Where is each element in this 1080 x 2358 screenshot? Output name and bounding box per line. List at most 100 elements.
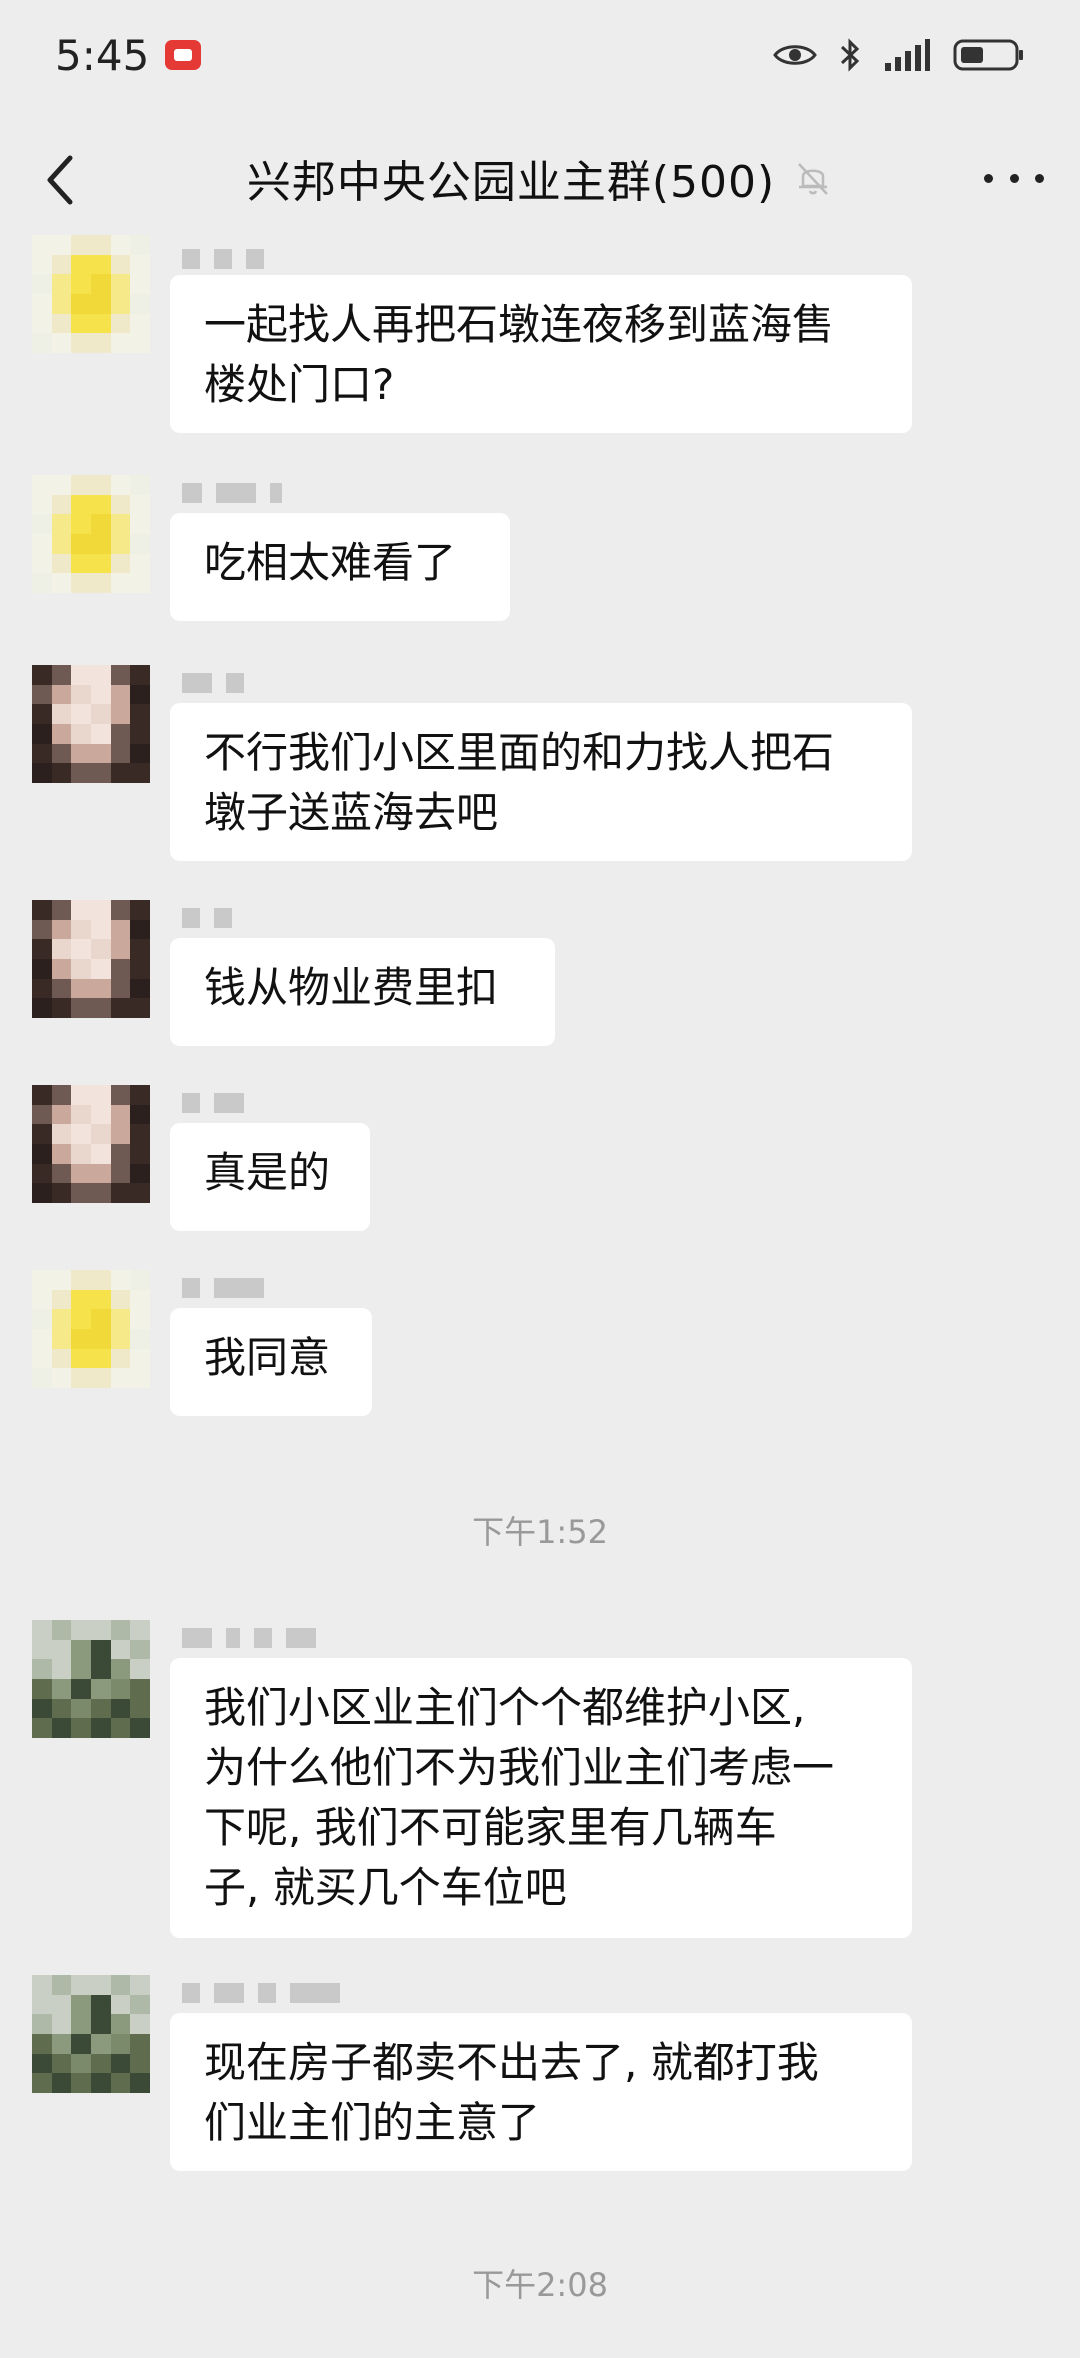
- avatar-pixel: [110, 1270, 131, 1290]
- avatar-pixel: [110, 1328, 131, 1349]
- avatar-pixel: [71, 1620, 91, 1640]
- avatar-pixel: [90, 919, 111, 940]
- avatar-pixel: [32, 1348, 52, 1369]
- avatar-pixel: [90, 1659, 111, 1679]
- avatar-pixel: [110, 665, 131, 685]
- avatar-pixel: [110, 293, 131, 314]
- back-arrow-icon[interactable]: [38, 150, 88, 210]
- message-bubble[interactable]: 一起找人再把石墩连夜移到蓝海售 楼处门口?: [170, 275, 912, 433]
- message-bubble[interactable]: 不行我们小区里面的和力找人把石 墩子送蓝海去吧: [170, 703, 912, 861]
- avatar-pixel: [130, 274, 150, 294]
- avatar-pixel: [130, 313, 150, 334]
- avatar-pixel: [51, 1994, 72, 2015]
- avatar-pixel: [51, 514, 72, 534]
- message-bubble[interactable]: 现在房子都卖不出去了, 就都打我 们业主们的主意了: [170, 2013, 912, 2171]
- wechat-group-chat-screen: 5:45 兴邦中央公园业主群(500) 一起找人再把石墩连夜移到蓝海售 楼处门口…: [0, 0, 1080, 2358]
- avatar-pixel: [130, 1698, 150, 1719]
- avatar-pixel: [32, 998, 52, 1018]
- message-bubble[interactable]: 我同意: [170, 1308, 372, 1416]
- avatar-pixel: [51, 1718, 72, 1738]
- avatar-pixel: [51, 533, 72, 554]
- avatar-pixel: [130, 1183, 150, 1203]
- avatar-pixel: [32, 900, 52, 920]
- avatar-pixel: [51, 939, 72, 959]
- avatar-pixel: [130, 254, 150, 275]
- message-bubble[interactable]: 吃相太难看了: [170, 513, 510, 621]
- sender-name-blurred: [182, 481, 282, 505]
- battery-icon: [953, 39, 1023, 71]
- avatar-pixel: [32, 2073, 52, 2093]
- avatar-pixel: [130, 1718, 150, 1738]
- avatar-pixel: [51, 1183, 72, 1203]
- avatar-pixel: [51, 763, 72, 783]
- status-left: 5:45: [55, 31, 202, 80]
- avatar-pixel: [130, 723, 150, 744]
- avatar-landscape[interactable]: [32, 1975, 150, 2093]
- avatar-pixel: [51, 1124, 72, 1144]
- avatar-pixel: [130, 704, 150, 724]
- avatar-landscape[interactable]: [32, 1620, 150, 1738]
- avatar-pixel: [51, 1328, 72, 1349]
- avatar-pixel: [110, 939, 131, 959]
- avatar-pixel: [51, 1289, 72, 1310]
- avatar-pixel: [71, 1639, 91, 1660]
- avatar-woman[interactable]: [32, 1085, 150, 1203]
- avatar-pixel: [71, 900, 91, 920]
- avatar-pixel: [90, 763, 111, 783]
- status-right: [773, 37, 1025, 73]
- avatar-pixel: [71, 723, 91, 744]
- avatar-pixel: [130, 919, 150, 940]
- avatar-pixel: [51, 1163, 72, 1184]
- chat-message-list[interactable]: 一起找人再把石墩连夜移到蓝海售 楼处门口? 吃相太难看了 不行我们小区里面的和力…: [0, 235, 1080, 2358]
- avatar-pixel: [32, 1289, 52, 1310]
- avatar-pixel: [71, 1085, 91, 1105]
- avatar-pixel: [71, 1994, 91, 2015]
- message-bubble[interactable]: 真是的: [170, 1123, 370, 1231]
- avatar-pixel: [110, 313, 131, 334]
- avatar-yellow[interactable]: [32, 1270, 150, 1388]
- avatar-pixel: [130, 1348, 150, 1369]
- avatar-pixel: [110, 1309, 131, 1329]
- avatar-pixel: [90, 1678, 111, 1699]
- avatar-yellow[interactable]: [32, 475, 150, 593]
- avatar-pixel: [90, 1698, 111, 1719]
- avatar-pixel: [90, 1368, 111, 1388]
- avatar-pixel: [51, 235, 72, 255]
- avatar-pixel: [110, 1639, 131, 1660]
- avatar-pixel: [110, 2053, 131, 2074]
- avatar-pixel: [130, 293, 150, 314]
- message-bubble[interactable]: 我们小区业主们个个都维护小区, 为什么他们不为我们业主们考虑一 下呢, 我们不可…: [170, 1658, 912, 1938]
- avatar-pixel: [110, 1085, 131, 1105]
- avatar-pixel: [32, 1368, 52, 1388]
- avatar-pixel: [71, 2033, 91, 2054]
- avatar-pixel: [71, 475, 91, 495]
- more-dots-icon[interactable]: [984, 158, 1044, 198]
- avatar-pixel: [90, 1183, 111, 1203]
- avatar-pixel: [51, 494, 72, 515]
- avatar-pixel: [130, 684, 150, 705]
- avatar-pixel: [130, 1994, 150, 2015]
- avatar-pixel: [71, 553, 91, 574]
- avatar-pixel: [110, 2014, 131, 2034]
- avatar-woman[interactable]: [32, 665, 150, 783]
- avatar-pixel: [32, 1639, 52, 1660]
- avatar-pixel: [130, 1143, 150, 1164]
- avatar-yellow[interactable]: [32, 235, 150, 353]
- avatar-pixel: [130, 998, 150, 1018]
- avatar-pixel: [90, 313, 111, 334]
- avatar-pixel: [32, 293, 52, 314]
- avatar-pixel: [130, 978, 150, 999]
- avatar-pixel: [71, 293, 91, 314]
- avatar-pixel: [90, 475, 111, 495]
- message-bubble[interactable]: 钱从物业费里扣: [170, 938, 555, 1046]
- avatar-pixel: [110, 978, 131, 999]
- avatar-pixel: [130, 475, 150, 495]
- avatar-pixel: [32, 1270, 52, 1290]
- avatar-pixel: [51, 1348, 72, 1369]
- avatar-pixel: [51, 1368, 72, 1388]
- avatar-pixel: [71, 1348, 91, 1369]
- avatar-pixel: [51, 1270, 72, 1290]
- avatar-pixel: [32, 2014, 52, 2034]
- avatar-woman[interactable]: [32, 900, 150, 1018]
- avatar-pixel: [130, 1368, 150, 1388]
